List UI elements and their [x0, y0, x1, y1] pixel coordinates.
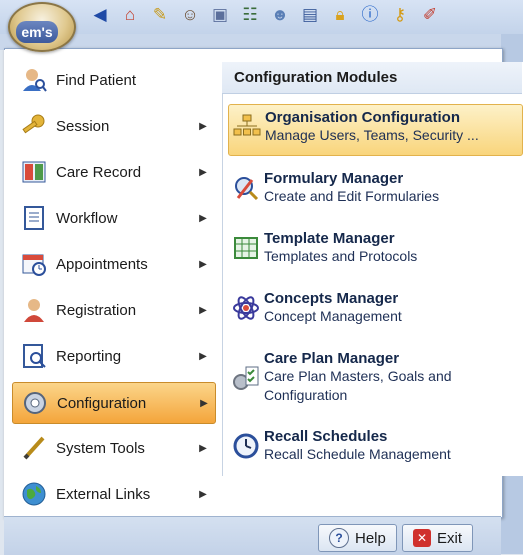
menu-item-care-record[interactable]: Care Record ▶: [12, 152, 214, 192]
folder-icon[interactable]: ▣: [208, 4, 232, 26]
lock-icon[interactable]: 🔒︎: [328, 4, 352, 26]
menu-item-appointments[interactable]: Appointments ▶: [12, 244, 214, 284]
submenu-arrow-icon: ▶: [199, 350, 207, 362]
menu-item-label: Find Patient: [56, 71, 137, 89]
care-plan-icon: [228, 346, 264, 416]
reporting-icon: [20, 342, 48, 370]
submenu-header: Configuration Modules: [222, 62, 522, 94]
submenu-item-template-manager[interactable]: Template Manager Templates and Protocols: [228, 226, 521, 278]
help-button-label: Help: [355, 529, 386, 547]
menu-item-find-patient[interactable]: Find Patient: [12, 60, 214, 100]
submenu-arrow-icon: ▶: [199, 258, 207, 270]
menu-item-configuration[interactable]: Configuration ▶: [12, 382, 216, 424]
organisation-icon: [229, 105, 265, 155]
submenu-item-description: Templates and Protocols: [264, 248, 418, 264]
submenu-item-description: Concept Management: [264, 308, 402, 324]
menu-item-label: Session: [56, 117, 110, 135]
submenu-arrow-icon: ▶: [199, 304, 207, 316]
concepts-icon: [228, 286, 264, 338]
care-record-icon: [20, 158, 48, 186]
menu-item-session[interactable]: Session ▶: [12, 106, 214, 146]
submenu-item-title: Template Manager: [264, 230, 395, 247]
submenu-item-concepts-manager[interactable]: Concepts Manager Concept Management: [228, 286, 521, 338]
registration-icon: [20, 296, 48, 324]
menu-item-external-links[interactable]: External Links ▶: [12, 474, 214, 514]
submenu-arrow-icon: ▶: [199, 120, 207, 132]
external-links-icon: [20, 480, 48, 508]
exit-button[interactable]: ✕ Exit: [402, 524, 474, 552]
submenu-item-title: Concepts Manager: [264, 290, 399, 307]
edit-icon[interactable]: ✎: [148, 4, 172, 26]
menu-item-reporting[interactable]: Reporting ▶: [12, 336, 214, 376]
template-icon: [228, 226, 264, 278]
submenu-item-description: Care Plan Masters, Goals and Configurati…: [264, 368, 452, 403]
menu-item-label: Configuration: [57, 394, 147, 412]
submenu-item-description: Manage Users, Teams, Security ...: [265, 127, 479, 143]
formulary-icon: [228, 166, 264, 218]
key-icon[interactable]: ⚷: [388, 4, 412, 26]
info-icon[interactable]: ⓘ: [358, 4, 382, 26]
close-icon: ✕: [413, 529, 431, 547]
patients-icon[interactable]: ☻: [268, 4, 292, 26]
submenu-item-title: Formulary Manager: [264, 170, 404, 187]
submenu-item-care-plan-manager[interactable]: Care Plan Manager Care Plan Masters, Goa…: [228, 346, 521, 416]
find-patient-icon: [20, 66, 48, 94]
orb-label: em's: [16, 21, 58, 43]
submenu-item-title: Care Plan Manager: [264, 350, 400, 367]
document-icon[interactable]: ▤: [298, 4, 322, 26]
quick-access-toolbar: ◀ ⌂ ✎ ☺ ▣ ☷ ☻ ▤ 🔒︎ ⓘ ⚷ ✐: [0, 0, 523, 35]
workflow-icon: [20, 204, 48, 232]
menu-item-system-tools[interactable]: System Tools ▶: [12, 428, 214, 468]
submenu-item-title: Recall Schedules: [264, 428, 388, 445]
menu-item-label: Reporting: [56, 347, 122, 365]
menu-item-label: Appointments: [56, 255, 148, 273]
menu-item-label: External Links: [56, 485, 151, 503]
menu-item-label: Care Record: [56, 163, 142, 181]
submenu-arrow-icon: ▶: [199, 166, 207, 178]
users-icon[interactable]: ☺: [178, 4, 202, 26]
back-icon[interactable]: ◀: [88, 4, 112, 26]
submenu-arrow-icon: ▶: [199, 212, 207, 224]
submenu-item-recall-schedules[interactable]: Recall Schedules Recall Schedule Managem…: [228, 424, 521, 476]
help-button[interactable]: ? Help: [318, 524, 397, 552]
help-icon: ?: [329, 528, 349, 548]
key-icon: [20, 112, 48, 140]
quick-access-icons: ◀ ⌂ ✎ ☺ ▣ ☷ ☻ ▤ 🔒︎ ⓘ ⚷ ✐: [88, 4, 442, 26]
appointments-icon: [20, 250, 48, 278]
exit-button-label: Exit: [437, 529, 463, 547]
home-icon[interactable]: ⌂: [118, 4, 142, 26]
submenu-item-formulary-manager[interactable]: Formulary Manager Create and Edit Formul…: [228, 166, 521, 218]
submenu-item-description: Create and Edit Formularies: [264, 188, 440, 204]
menu-item-workflow[interactable]: Workflow ▶: [12, 198, 214, 238]
menu-item-label: Registration: [56, 301, 137, 319]
system-tools-icon: [20, 434, 48, 462]
menu-item-registration[interactable]: Registration ▶: [12, 290, 214, 330]
submenu-item-organisation-configuration[interactable]: Organisation Configuration Manage Users,…: [228, 104, 523, 156]
recall-icon: [228, 424, 264, 476]
menu-item-label: System Tools: [56, 439, 145, 457]
pencil-icon[interactable]: ✐: [418, 4, 442, 26]
submenu-arrow-icon: ▶: [199, 442, 207, 454]
configuration-icon: [21, 389, 49, 417]
menu-item-label: Workflow: [56, 209, 118, 227]
list-icon[interactable]: ☷: [238, 4, 262, 26]
app-orb-button[interactable]: em's: [8, 2, 76, 52]
submenu-item-description: Recall Schedule Management: [264, 446, 451, 462]
submenu-arrow-icon: ▶: [199, 488, 207, 500]
submenu-item-title: Organisation Configuration: [265, 109, 460, 126]
submenu-arrow-icon: ▶: [200, 397, 208, 409]
